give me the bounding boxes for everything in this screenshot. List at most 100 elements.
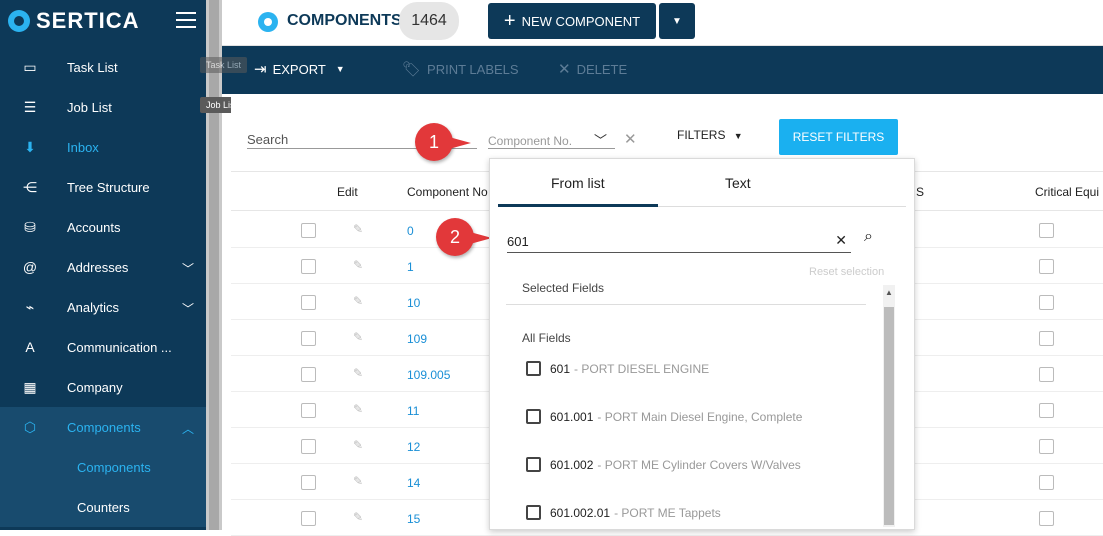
critical-equipment-checkbox[interactable] xyxy=(1039,403,1054,418)
option-checkbox[interactable] xyxy=(526,361,541,376)
row-checkbox[interactable] xyxy=(301,403,316,418)
export-button[interactable]: ⇥ EXPORT ▼ xyxy=(254,60,345,78)
plus-icon: + xyxy=(503,9,516,32)
scrollbar-thumb[interactable] xyxy=(884,307,894,525)
sidebar-item-label: Job List xyxy=(67,99,112,115)
row-checkbox[interactable] xyxy=(301,367,316,382)
row-checkbox[interactable] xyxy=(301,331,316,346)
critical-equipment-checkbox[interactable] xyxy=(1039,295,1054,310)
delete-button[interactable]: ✕ DELETE xyxy=(558,60,627,78)
search-icon[interactable]: ⌕ xyxy=(864,228,873,246)
component-no-link[interactable]: 14 xyxy=(407,476,420,490)
option-desc: - PORT DIESEL ENGINE xyxy=(574,361,710,376)
edit-icon[interactable]: ✎ xyxy=(353,474,363,488)
sidebar-item-label: Accounts xyxy=(67,219,121,235)
header-component-no[interactable]: Component No xyxy=(407,185,488,199)
sertica-logo-icon xyxy=(8,10,30,32)
tag-icon: 🏷 xyxy=(402,61,422,78)
count-badge: 1464 xyxy=(399,2,459,40)
component-no-link[interactable]: 15 xyxy=(407,512,420,526)
sidebar-item-components[interactable]: ⬡ Components ︿ xyxy=(0,407,206,447)
critical-equipment-checkbox[interactable] xyxy=(1039,223,1054,238)
reset-selection-link[interactable]: Reset selection xyxy=(809,266,884,278)
sidebar-item-analytics[interactable]: ⌁ Analytics ﹀ xyxy=(0,287,206,327)
print-labels-button[interactable]: 🏷 PRINT LABELS xyxy=(402,60,519,78)
dropdown-search-value: 601 xyxy=(507,234,529,249)
sidebar-item-label: Inbox xyxy=(67,139,99,155)
reset-filters-button[interactable]: RESET FILTERS xyxy=(779,119,898,155)
edit-icon[interactable]: ✎ xyxy=(353,294,363,308)
option-item[interactable]: 601 - PORT DIESEL ENGINE xyxy=(526,361,709,376)
export-label: EXPORT xyxy=(272,61,326,77)
filters-button[interactable]: FILTERS ▼ xyxy=(677,128,743,142)
row-checkbox[interactable] xyxy=(301,295,316,310)
component-no-link[interactable]: 12 xyxy=(407,440,420,454)
component-no-link[interactable]: 1 xyxy=(407,260,414,274)
component-no-link[interactable]: 0 xyxy=(407,224,414,238)
edit-icon[interactable]: ✎ xyxy=(353,366,363,380)
critical-equipment-checkbox[interactable] xyxy=(1039,331,1054,346)
option-checkbox[interactable] xyxy=(526,409,541,424)
edit-icon[interactable]: ✎ xyxy=(353,222,363,236)
option-item[interactable]: 601.002 - PORT ME Cylinder Covers W/Valv… xyxy=(526,457,801,472)
critical-equipment-checkbox[interactable] xyxy=(1039,511,1054,526)
chevron-up-icon: ︿ xyxy=(181,422,194,436)
row-checkbox[interactable] xyxy=(301,511,316,526)
edit-icon[interactable]: ✎ xyxy=(353,510,363,524)
sidebar-subitem-counters[interactable]: Counters xyxy=(0,487,206,527)
option-checkbox[interactable] xyxy=(526,505,541,520)
tab-active-indicator xyxy=(498,204,658,207)
component-no-link[interactable]: 11 xyxy=(407,404,419,418)
critical-equipment-checkbox[interactable] xyxy=(1039,439,1054,454)
sidebar-item-addresses[interactable]: @ Addresses ﹀ xyxy=(0,247,206,287)
sidebar-item-job-list[interactable]: ☰ Job List xyxy=(0,87,206,127)
option-item[interactable]: 601.002.01 - PORT ME Tappets xyxy=(526,505,721,520)
row-checkbox[interactable] xyxy=(301,439,316,454)
sidebar-item-inbox[interactable]: ⬇ Inbox xyxy=(0,127,206,167)
dropdown-scrollbar[interactable]: ▲ xyxy=(883,285,895,527)
component-no-link[interactable]: 109.005 xyxy=(407,368,450,382)
header: COMPONENTS 1464 + NEW COMPONENT ▼ xyxy=(222,0,1103,46)
new-component-dropdown-button[interactable]: ▼ xyxy=(659,3,695,39)
edit-icon[interactable]: ✎ xyxy=(353,258,363,272)
component-no-link[interactable]: 109 xyxy=(407,332,427,346)
sidebar-item-label: Company xyxy=(67,379,123,395)
critical-equipment-checkbox[interactable] xyxy=(1039,475,1054,490)
scrollbar-thumb[interactable] xyxy=(209,0,219,530)
chevron-down-icon: ﹀ xyxy=(181,262,194,276)
component-no-filter[interactable]: Component No. ﹀ xyxy=(488,122,615,149)
sidebar-item-communication[interactable]: A Communication ... xyxy=(0,327,206,367)
option-checkbox[interactable] xyxy=(526,457,541,472)
dropdown-search-input[interactable]: 601 ✕ xyxy=(507,227,851,253)
critical-equipment-checkbox[interactable] xyxy=(1039,367,1054,382)
sidebar-item-tree-structure[interactable]: ⋲ Tree Structure xyxy=(0,167,206,207)
tab-from-list[interactable]: From list xyxy=(551,175,605,191)
sidebar-item-label: Communication ... xyxy=(67,339,172,355)
edit-icon[interactable]: ✎ xyxy=(353,438,363,452)
sertica-logo[interactable]: SERTICA xyxy=(8,8,140,34)
tab-text[interactable]: Text xyxy=(725,175,751,191)
menu-toggle-icon[interactable] xyxy=(176,12,196,33)
print-labels-label: PRINT LABELS xyxy=(427,61,519,77)
clear-filter-icon[interactable]: ✕ xyxy=(624,130,637,148)
toolbar: ⇥ EXPORT ▼ 🏷 PRINT LABELS ✕ DELETE xyxy=(222,46,1103,94)
row-checkbox[interactable] xyxy=(301,475,316,490)
new-component-button[interactable]: + NEW COMPONENT xyxy=(488,3,656,39)
components-icon xyxy=(258,12,278,32)
dropdown-tabs: From list Text xyxy=(498,159,906,207)
header-critical-equipment[interactable]: Critical Equi xyxy=(1035,185,1099,199)
edit-icon[interactable]: ✎ xyxy=(353,402,363,416)
scroll-up-icon[interactable]: ▲ xyxy=(885,288,893,297)
sidebar-item-task-list[interactable]: ▭ Task List xyxy=(0,47,206,87)
row-checkbox[interactable] xyxy=(301,223,316,238)
sidebar-item-company[interactable]: ▦ Company xyxy=(0,367,206,407)
sidebar-item-accounts[interactable]: ⛁ Accounts xyxy=(0,207,206,247)
sidebar-subitem-components[interactable]: Components xyxy=(0,447,206,487)
clear-icon[interactable]: ✕ xyxy=(835,232,847,249)
sidebar-scrollbar[interactable] xyxy=(206,0,222,530)
option-item[interactable]: 601.001 - PORT Main Diesel Engine, Compl… xyxy=(526,409,802,424)
edit-icon[interactable]: ✎ xyxy=(353,330,363,344)
component-no-link[interactable]: 10 xyxy=(407,296,420,310)
critical-equipment-checkbox[interactable] xyxy=(1039,259,1054,274)
row-checkbox[interactable] xyxy=(301,259,316,274)
